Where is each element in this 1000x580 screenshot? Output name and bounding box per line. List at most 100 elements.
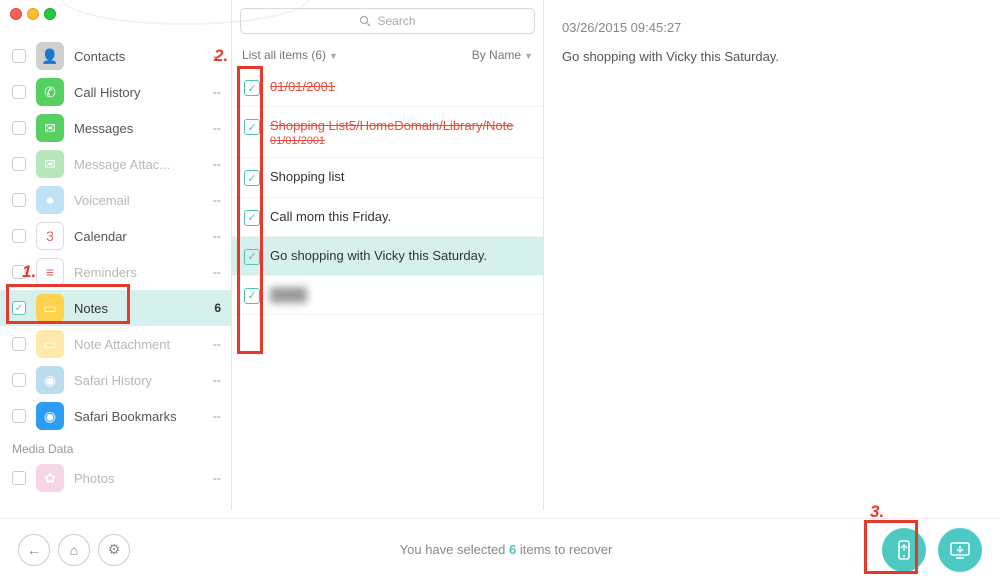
- category-icon: ✿: [36, 464, 64, 492]
- sidebar-item-safari-history: ◉Safari History--: [0, 362, 231, 398]
- checkbox: [12, 471, 26, 485]
- notes-list: ✓01/01/2001✓Shopping List5/HomeDomain/Li…: [232, 68, 543, 510]
- checkbox[interactable]: [12, 85, 26, 99]
- computer-icon: [948, 538, 972, 562]
- back-button[interactable]: ←: [18, 534, 50, 566]
- list-item-date: 01/01/2001: [270, 135, 535, 147]
- list-item[interactable]: ✓ Call mom this Friday.: [232, 198, 543, 237]
- sidebar-item-contacts[interactable]: 👤 Contacts --: [0, 38, 231, 74]
- sidebar-item-label: Voicemail: [74, 193, 203, 208]
- settings-button[interactable]: ⚙: [98, 534, 130, 566]
- chevron-down-icon: ▼: [329, 51, 338, 61]
- filter-dropdown[interactable]: List all items (6)▼: [242, 48, 338, 62]
- sidebar-item-label: Note Attachment: [74, 337, 203, 352]
- list-item[interactable]: ✓ 01/01/2001: [232, 68, 543, 107]
- sidebar-section-media: Media Data: [0, 434, 231, 460]
- sidebar-item-count: --: [213, 471, 221, 485]
- sidebar-item-count: --: [213, 373, 221, 387]
- recover-to-computer-button[interactable]: [938, 528, 982, 572]
- sidebar-item-count: --: [213, 409, 221, 423]
- sort-dropdown[interactable]: By Name▼: [472, 48, 533, 62]
- selection-status: You have selected 6 items to recover: [130, 542, 882, 557]
- chevron-down-icon: ▼: [524, 51, 533, 61]
- sidebar-item-label: Safari Bookmarks: [74, 409, 203, 424]
- maximize-icon[interactable]: [44, 8, 56, 20]
- sidebar-item-count: --: [213, 85, 221, 99]
- preview-body: Go shopping with Vicky this Saturday.: [562, 49, 982, 64]
- checkbox[interactable]: ✓: [12, 301, 26, 315]
- checkbox: [12, 193, 26, 207]
- category-icon: ✉: [36, 114, 64, 142]
- checkbox[interactable]: ✓: [244, 249, 260, 265]
- sidebar-item-count: --: [213, 49, 221, 63]
- home-button[interactable]: ⌂: [58, 534, 90, 566]
- sidebar-item-label: Messages: [74, 121, 203, 136]
- sidebar-item-count: --: [213, 193, 221, 207]
- sidebar-item-label: Message Attac...: [74, 157, 203, 172]
- list-item[interactable]: ✓ Shopping list: [232, 158, 543, 197]
- search-placeholder: Search: [377, 14, 415, 28]
- sidebar-item-count: --: [213, 121, 221, 135]
- list-item-date: 01/01/2001: [270, 79, 335, 94]
- category-icon: ▭: [36, 294, 64, 322]
- list-item[interactable]: ✓ ████: [232, 276, 543, 315]
- category-icon: ✆: [36, 78, 64, 106]
- list-item[interactable]: ✓Shopping List5/HomeDomain/Library/Note0…: [232, 107, 543, 158]
- recover-to-device-button[interactable]: [882, 528, 926, 572]
- sidebar-item-notes[interactable]: ✓▭Notes6: [0, 290, 231, 326]
- sidebar-item-label: Contacts: [74, 49, 203, 64]
- preview-date: 03/26/2015 09:45:27: [562, 20, 982, 35]
- category-icon: ⏺: [36, 186, 64, 214]
- sidebar-item-message-attac-: ✉Message Attac...--: [0, 146, 231, 182]
- sidebar-item-count: --: [213, 229, 221, 243]
- list-item-title: ████: [270, 286, 535, 304]
- category-icon: 3: [36, 222, 64, 250]
- sidebar-item-photos: ✿Photos--: [0, 460, 231, 496]
- close-icon[interactable]: [10, 8, 22, 20]
- category-icon: ◉: [36, 402, 64, 430]
- search-icon: [359, 15, 371, 27]
- sidebar-item-messages[interactable]: ✉ Messages --: [0, 110, 231, 146]
- checkbox[interactable]: ✓: [244, 288, 260, 304]
- sidebar: 👤Contacts--✆Call History--✉Messages--✉Me…: [0, 0, 232, 510]
- list-controls: List all items (6)▼ By Name▼: [232, 34, 543, 68]
- sidebar-item-label: Safari History: [74, 373, 203, 388]
- checkbox[interactable]: ✓: [244, 170, 260, 186]
- sidebar-item-safari-bookmarks[interactable]: ◉ Safari Bookmarks --: [0, 398, 231, 434]
- category-icon: ▭: [36, 330, 64, 358]
- sidebar-item-label: Reminders: [74, 265, 203, 280]
- list-item-title: Shopping list: [270, 168, 535, 186]
- checkbox[interactable]: [12, 121, 26, 135]
- sidebar-item-note-attachment: ▭ Note Attachment --: [0, 326, 231, 362]
- list-item-title: Call mom this Friday.: [270, 208, 535, 226]
- checkbox[interactable]: ✓: [244, 119, 260, 135]
- checkbox[interactable]: [12, 409, 26, 423]
- sidebar-item-calendar[interactable]: 3Calendar--: [0, 218, 231, 254]
- nav-buttons: ← ⌂ ⚙: [18, 534, 130, 566]
- sidebar-item-label: Call History: [74, 85, 203, 100]
- category-icon: ≡: [36, 258, 64, 286]
- bottom-bar: ← ⌂ ⚙ You have selected 6 items to recov…: [0, 518, 1000, 580]
- recover-buttons: [882, 528, 982, 572]
- checkbox: [12, 265, 26, 279]
- list-item[interactable]: ✓Go shopping with Vicky this Saturday.: [232, 237, 543, 276]
- checkbox[interactable]: [12, 229, 26, 243]
- note-preview: 03/26/2015 09:45:27 Go shopping with Vic…: [544, 0, 1000, 510]
- window-controls[interactable]: [10, 8, 56, 20]
- checkbox: [12, 373, 26, 387]
- sidebar-item-label: Notes: [74, 301, 204, 316]
- sidebar-item-call-history[interactable]: ✆ Call History --: [0, 74, 231, 110]
- sidebar-item-reminders: ≡ Reminders --: [0, 254, 231, 290]
- sidebar-item-count: --: [213, 265, 221, 279]
- sidebar-item-count: --: [213, 157, 221, 171]
- category-icon: 👤: [36, 42, 64, 70]
- minimize-icon[interactable]: [27, 8, 39, 20]
- device-icon: [893, 539, 915, 561]
- checkbox: [12, 157, 26, 171]
- checkbox[interactable]: ✓: [244, 210, 260, 226]
- checkbox[interactable]: [12, 49, 26, 63]
- gear-icon: ⚙: [108, 541, 121, 558]
- sidebar-item-count: --: [213, 337, 221, 351]
- notes-list-column: Search List all items (6)▼ By Name▼ ✓ 01/…: [232, 0, 544, 510]
- checkbox[interactable]: ✓: [244, 80, 260, 96]
